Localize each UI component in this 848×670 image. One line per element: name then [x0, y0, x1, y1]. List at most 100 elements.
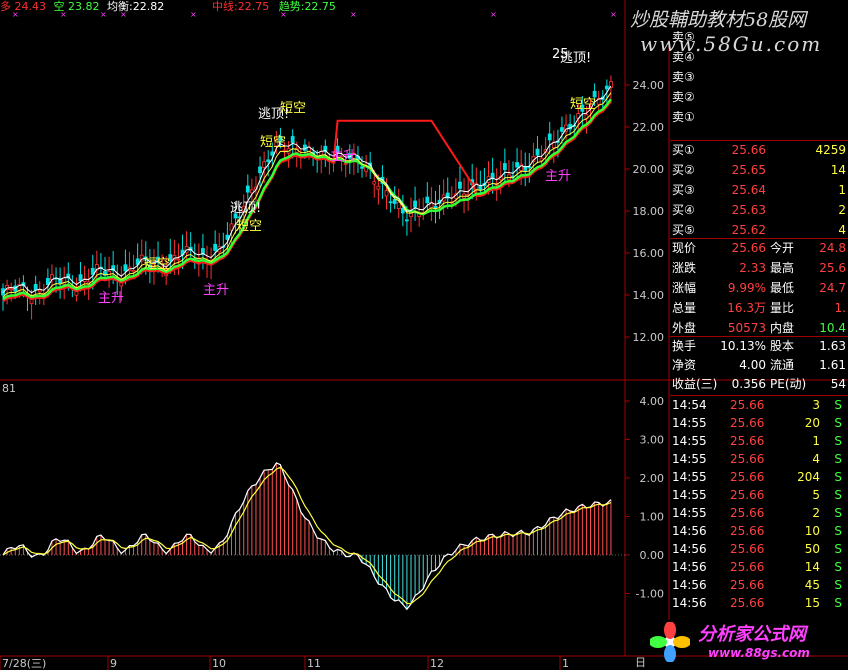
- signal-annotation: 短空: [280, 101, 306, 116]
- quote-value: 24.7: [819, 281, 846, 295]
- sell-level-row[interactable]: 卖⑤: [670, 28, 848, 47]
- buy-level-volume: 4259: [815, 143, 846, 157]
- tick-row: 14:54 25.66 3 S: [670, 396, 848, 415]
- date-tick-label: 1: [562, 657, 569, 670]
- buy-level-price: 25.66: [731, 143, 766, 157]
- buy-level-row[interactable]: 买② 25.65 14: [670, 161, 848, 180]
- candle-body: [266, 159, 271, 162]
- tick-time: 14:56: [672, 542, 707, 556]
- tick-side: S: [834, 560, 842, 574]
- macd-tick-label: -1.00: [636, 588, 664, 601]
- quote-label: 最高: [770, 261, 795, 275]
- quote-row: 现价 25.66 今开 24.8: [670, 239, 848, 258]
- quote-value: 2.33: [739, 261, 766, 275]
- quote-value: 1.: [834, 301, 846, 315]
- tick-time: 14:56: [672, 578, 707, 592]
- tick-price: 25.66: [730, 578, 765, 592]
- fund-value: 1.61: [819, 358, 846, 372]
- kong-label: 空: [53, 0, 65, 13]
- candle-body: [37, 289, 42, 293]
- buy-level-row[interactable]: 买① 25.66 4259: [670, 141, 848, 160]
- macd-tick-label: 2.00: [640, 472, 665, 485]
- quote-value: 25.6: [819, 261, 846, 275]
- quote-label: 最低: [770, 281, 795, 295]
- sell-level-label: 卖④: [672, 50, 695, 64]
- tick-row: 14:56 25.66 10 S: [670, 522, 848, 541]
- pinwheel-icon: [650, 622, 690, 662]
- tick-time: 14:55: [672, 470, 707, 484]
- tick-row: 14:56 25.66 45 S: [670, 576, 848, 595]
- tick-price: 25.66: [730, 398, 765, 412]
- tick-volume: 20: [804, 416, 820, 430]
- tick-time: 14:55: [672, 452, 707, 466]
- signal-annotation: 短空: [236, 219, 262, 234]
- date-axis: 7/28(三) 9 10 11 12 1: [0, 656, 569, 670]
- quote-label: 涨跌: [672, 261, 697, 275]
- candle-body: [535, 148, 540, 156]
- candle-body: [458, 181, 462, 189]
- fund-value: 10.13%: [720, 339, 766, 353]
- price-tick-label: 16.00: [633, 247, 665, 260]
- tick-side: S: [834, 452, 842, 466]
- kong-value: 23.82: [68, 0, 100, 13]
- tick-price: 25.66: [730, 470, 765, 484]
- sell-level-row[interactable]: 卖④: [670, 48, 848, 67]
- tick-side: S: [834, 488, 842, 502]
- buy-level-volume: 14: [830, 163, 846, 177]
- tick-price: 25.66: [730, 524, 765, 538]
- sell-level-row[interactable]: 卖③: [670, 68, 848, 87]
- fund-label: 股本: [770, 339, 795, 353]
- tick-price: 25.66: [730, 452, 765, 466]
- candle-body: [33, 283, 38, 291]
- candle-body: [502, 163, 507, 171]
- tick-row: 14:56 25.66 50 S: [670, 540, 848, 559]
- fund-label: 净资: [672, 358, 697, 372]
- tick-volume: 4: [812, 452, 820, 466]
- zhongxian-value: 22.75: [237, 0, 270, 13]
- junheng-value: 22.82: [132, 0, 165, 13]
- junheng-label: 均衡:: [107, 0, 133, 13]
- candle-body: [396, 201, 401, 209]
- price-tick-label: 22.00: [633, 121, 665, 134]
- date-tick-label: 7/28(三): [2, 657, 46, 670]
- tick-price: 25.66: [730, 488, 765, 502]
- macd-tick-label: 1.00: [640, 511, 665, 524]
- sell-level-row[interactable]: 卖①: [670, 108, 848, 127]
- tick-row: 14:55 25.66 20 S: [670, 414, 848, 433]
- tick-row: 14:55 25.66 4 S: [670, 450, 848, 469]
- candle-body: [9, 288, 14, 291]
- candle-body: [123, 264, 128, 272]
- tick-price: 25.66: [730, 596, 765, 610]
- buy-level-row[interactable]: 买④ 25.63 2: [670, 201, 848, 220]
- logo-url: www.88gs.com: [708, 646, 810, 660]
- macd-axis: 4.00 3.00 2.00 1.00 0.00 -1.00: [625, 395, 664, 601]
- signal-annotation: 逃顶!: [230, 201, 261, 216]
- signal-marker: ×: [490, 10, 497, 19]
- candle-body: [213, 243, 218, 251]
- signal-annotation: 主升: [98, 291, 124, 306]
- candle-body: [392, 199, 397, 204]
- candle-body: [384, 190, 389, 197]
- buy-level-volume: 2: [838, 203, 846, 217]
- buy-level-price: 25.63: [731, 203, 766, 217]
- signal-annotation: 主升: [203, 283, 229, 298]
- signal-annotation: 短空: [260, 135, 286, 150]
- signal-annotation: 主升: [545, 169, 571, 184]
- quote-label: 量比: [770, 301, 795, 315]
- fund-label: PE(动): [770, 377, 807, 391]
- logo-title: 分析家公式网: [698, 624, 806, 645]
- period-button[interactable]: 日: [635, 656, 646, 670]
- quote-value: 16.3万: [727, 301, 766, 315]
- sell-level-row[interactable]: 卖②: [670, 88, 848, 107]
- candle-body: [282, 149, 287, 152]
- macd-tick-label: 4.00: [640, 395, 665, 408]
- quote-label: 今开: [770, 241, 795, 255]
- tick-row: 14:56 25.66 15 S: [670, 594, 848, 613]
- candle-body: [258, 166, 262, 174]
- candle-body: [560, 127, 564, 132]
- buy-level-row[interactable]: 买③ 25.64 1: [670, 181, 848, 200]
- avg-line-white: [2, 85, 612, 294]
- macd-dif-line: [2, 462, 612, 611]
- avg-line-yellow: [2, 92, 612, 298]
- tick-row: 14:55 25.66 2 S: [670, 504, 848, 523]
